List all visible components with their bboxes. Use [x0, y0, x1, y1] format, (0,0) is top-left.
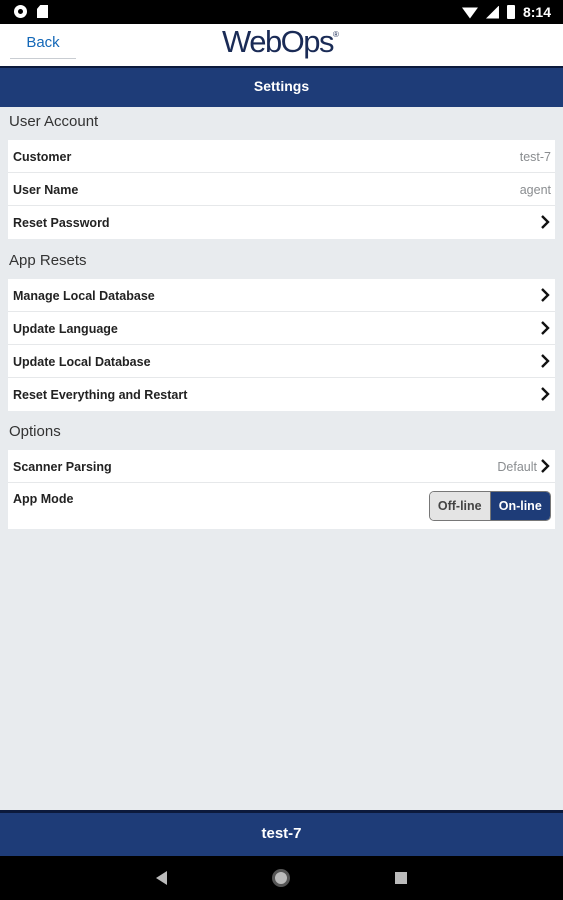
options-group: Scanner Parsing Default App Mode Off-lin…	[8, 450, 555, 529]
reset-password-row[interactable]: Reset Password	[8, 206, 555, 239]
wifi-icon	[461, 7, 478, 19]
online-option[interactable]: On-line	[490, 492, 550, 520]
status-bar: 8:14	[0, 0, 563, 24]
customer-value: test-7	[519, 150, 551, 164]
scanner-parsing-row[interactable]: Scanner Parsing Default	[8, 450, 555, 483]
user-account-group: Customer test-7 User Name agent Reset Pa…	[8, 140, 555, 239]
section-title-options: Options	[9, 423, 61, 440]
update-local-database-label: Update Local Database	[13, 355, 151, 369]
signal-icon	[485, 5, 499, 19]
back-button[interactable]: Back	[10, 26, 76, 59]
chevron-right-icon	[539, 214, 551, 230]
app-mode-toggle[interactable]: Off-line On-line	[429, 491, 551, 521]
app-resets-group: Manage Local Database Update Language Up…	[8, 279, 555, 411]
app-mode-label: App Mode	[13, 492, 74, 506]
sd-card-icon	[37, 5, 48, 18]
update-language-row[interactable]: Update Language	[8, 312, 555, 345]
battery-icon	[506, 5, 515, 19]
reset-everything-row[interactable]: Reset Everything and Restart	[8, 378, 555, 411]
chevron-right-icon	[539, 386, 551, 402]
scanner-parsing-value: Default	[497, 460, 537, 474]
scanner-parsing-label: Scanner Parsing	[13, 460, 112, 474]
chevron-right-icon	[539, 320, 551, 336]
user-name-row: User Name agent	[8, 173, 555, 206]
update-local-database-row[interactable]: Update Local Database	[8, 345, 555, 378]
customer-row: Customer test-7	[8, 140, 555, 173]
navigation-bar	[0, 856, 563, 900]
app-mode-row: App Mode Off-line On-line	[8, 483, 555, 529]
logo-text: WebOps	[222, 24, 335, 59]
chevron-right-icon	[539, 287, 551, 303]
reset-everything-label: Reset Everything and Restart	[13, 388, 188, 402]
manage-local-database-row[interactable]: Manage Local Database	[8, 279, 555, 312]
update-language-label: Update Language	[13, 322, 118, 336]
nav-home-icon[interactable]	[272, 869, 290, 887]
customer-label: Customer	[13, 150, 72, 164]
nav-recents-icon[interactable]	[395, 872, 407, 884]
footer-bar: test-7	[0, 810, 563, 856]
chevron-right-icon	[539, 458, 551, 474]
webops-logo: WebOps®	[222, 24, 339, 60]
offline-option[interactable]: Off-line	[430, 492, 491, 520]
section-title-user-account: User Account	[9, 113, 99, 130]
chevron-right-icon	[539, 353, 551, 369]
user-name-value: agent	[519, 183, 551, 197]
registered-mark: ®	[333, 30, 339, 39]
app-header: Back WebOps®	[0, 24, 563, 66]
reset-password-label: Reset Password	[13, 216, 110, 230]
section-title-app-resets: App Resets	[9, 252, 87, 269]
user-name-label: User Name	[13, 183, 79, 197]
page-title: Settings	[0, 66, 563, 107]
manage-local-database-label: Manage Local Database	[13, 289, 155, 303]
notification-icon	[14, 5, 27, 18]
status-time: 8:14	[522, 4, 551, 20]
nav-back-icon[interactable]	[156, 871, 167, 885]
